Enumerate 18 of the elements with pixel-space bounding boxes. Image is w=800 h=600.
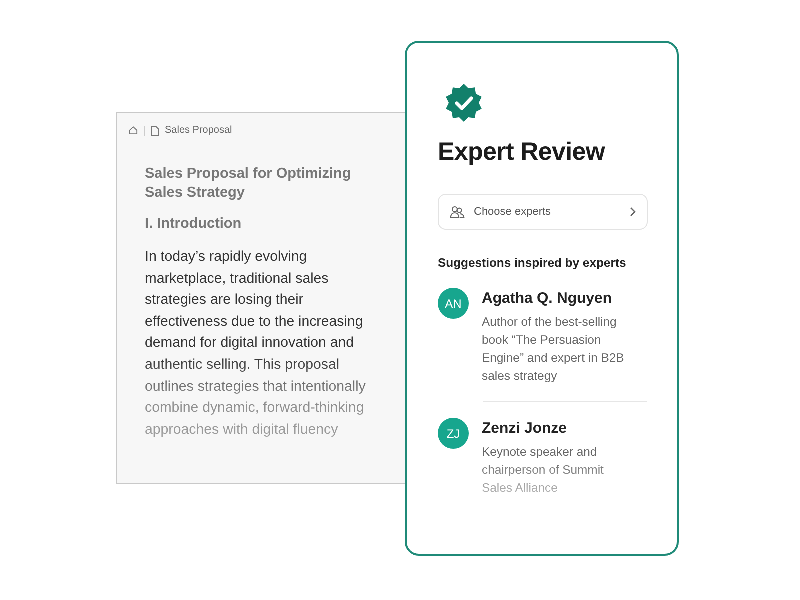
expert-avatar: AN [438,288,469,319]
breadcrumb[interactable]: Sales Proposal [165,125,232,136]
expert-bio: Author of the best-selling book “The Persuasion Engine” and expert in B2B sales strategy [482,314,626,385]
document-title: Sales Proposal for Optimizing Sales Strategy [145,165,352,203]
suggestions-heading: Suggestions inspired by experts [438,256,628,270]
document-paragraph: In today’s rapidly evolving marketplace, traditional sales strategies are losing their effectiveness due to the increasing demand for digital innovation and authentic selling. This proposal outlines strategies that intentionally combine dynamic, forward-thinking approaches with digital fluency [145,248,367,440]
chevron-right-icon [630,207,636,217]
section-heading: I. Introduction [145,216,243,232]
expert-name[interactable]: Agatha Q. Nguyen [482,290,634,307]
card-title: Expert Review [438,138,606,167]
expert-name[interactable]: Zenzi Jonze [482,420,634,437]
people-icon [450,206,465,218]
home-icon[interactable] [129,126,138,135]
expert-bio: Keynote speaker and chairperson of Summit Sales Alliance [482,444,605,497]
choose-experts-button[interactable]: Choose experts [438,194,648,230]
verified-badge-icon [444,83,484,123]
document-icon [151,126,159,136]
expert-avatar: ZJ [438,418,469,449]
